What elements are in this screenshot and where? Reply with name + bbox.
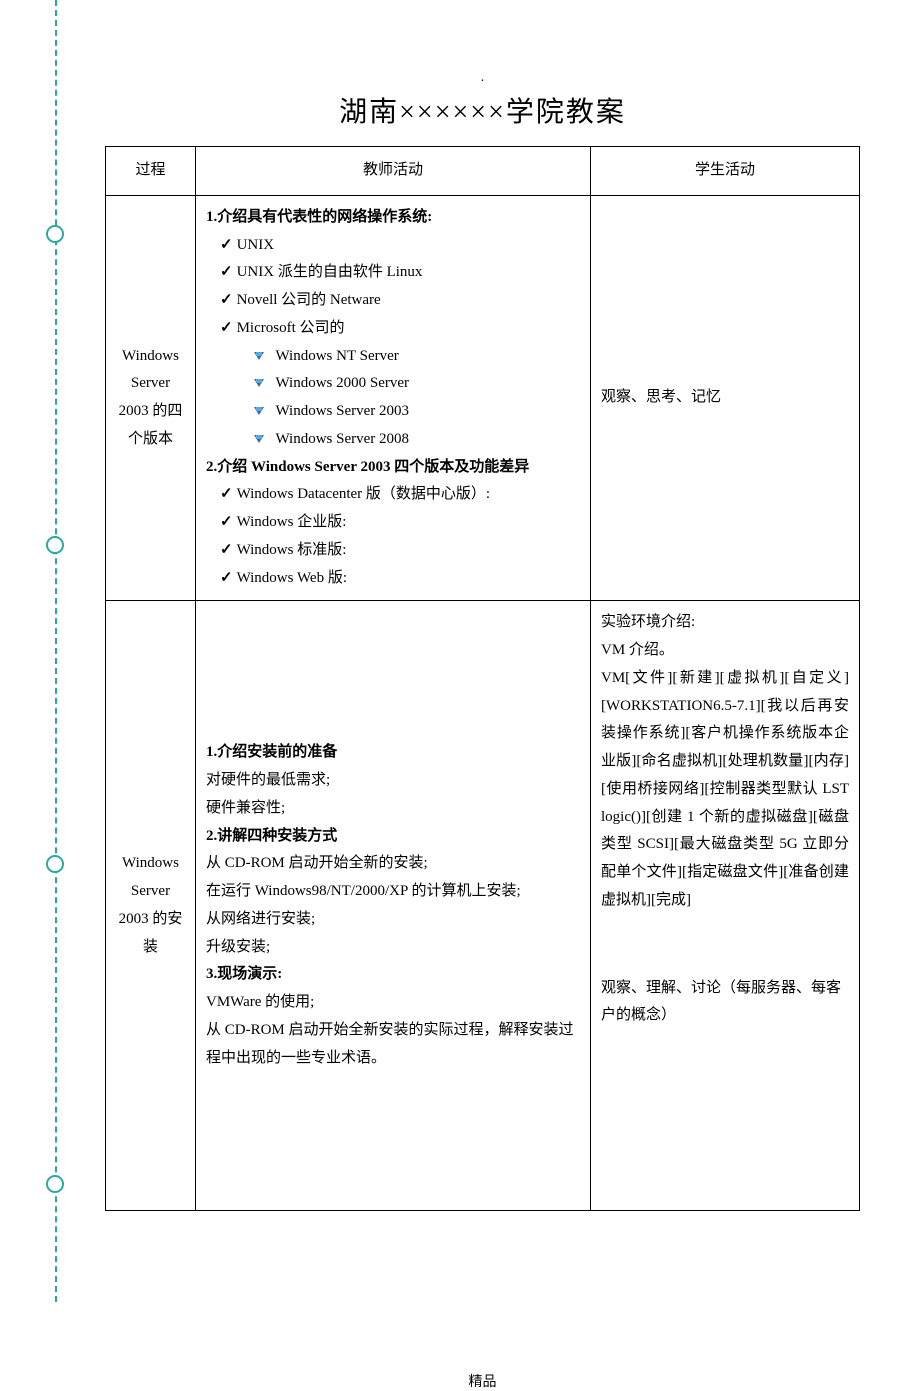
section-heading: 2.介绍 Windows Server 2003 四个版本及功能差异	[206, 454, 580, 482]
list-item: Novell 公司的 Netware	[206, 287, 580, 315]
student-text: 实验环境介绍:	[601, 609, 849, 637]
page-title: 湖南××××××学院教案	[105, 90, 860, 130]
arrow-down-icon	[254, 379, 264, 387]
binder-hole-icon	[46, 855, 64, 873]
sub-list-item: Windows Server 2008	[206, 426, 580, 454]
body-text: 从网络进行安装;	[206, 906, 580, 934]
table-header-row: 过程 教师活动 学生活动	[106, 147, 860, 196]
student-text: VM[文件][新建][虚拟机][自定义][WORKSTATION6.5-7.1]…	[601, 665, 849, 915]
process-cell: Windows Server 2003 的四个版本	[106, 195, 196, 601]
body-text: 在运行 Windows98/NT/2000/XP 的计算机上安装;	[206, 878, 580, 906]
process-label: Windows Server 2003 的四个版本	[116, 343, 185, 454]
sub-item-text: Windows Server 2003	[276, 403, 410, 419]
arrow-down-icon	[254, 407, 264, 415]
arrow-down-icon	[254, 352, 264, 360]
sub-list-item: Windows 2000 Server	[206, 370, 580, 398]
body-text: 从 CD-ROM 启动开始全新安装的实际过程，解释安装过程中出现的一些专业术语。	[206, 1017, 580, 1073]
student-text: 观察、理解、讨论（每服务器、每客户的概念）	[601, 975, 849, 1031]
section-heading: 3.现场演示:	[206, 961, 580, 989]
sub-item-text: Windows 2000 Server	[276, 375, 410, 391]
body-text: VMWare 的使用;	[206, 989, 580, 1017]
binder-hole-icon	[46, 225, 64, 243]
student-text: VM 介绍。	[601, 637, 849, 665]
list-item: UNIX 派生的自由软件 Linux	[206, 259, 580, 287]
student-activity-cell: 实验环境介绍: VM 介绍。 VM[文件][新建][虚拟机][自定义][WORK…	[591, 601, 860, 1211]
sub-list-item: Windows NT Server	[206, 343, 580, 371]
binder-hole-icon	[46, 1175, 64, 1193]
lesson-plan-table: 过程 教师活动 学生活动 Windows Server 2003 的四个版本 1…	[105, 146, 860, 1211]
body-text: 对硬件的最低需求;	[206, 767, 580, 795]
spacer	[601, 915, 849, 975]
list-item: UNIX	[206, 232, 580, 260]
header-student: 学生活动	[591, 147, 860, 196]
binding-line	[55, 0, 58, 1302]
binder-hole-icon	[46, 536, 64, 554]
page-content: . 湖南××××××学院教案 过程 教师活动 学生活动 Windows Serv…	[105, 0, 860, 1391]
teacher-activity-cell: 1.介绍具有代表性的网络操作系统: UNIX UNIX 派生的自由软件 Linu…	[196, 195, 591, 601]
section-heading: 1.介绍安装前的准备	[206, 739, 580, 767]
section-heading: 2.讲解四种安装方式	[206, 823, 580, 851]
header-process: 过程	[106, 147, 196, 196]
list-item: Windows 标准版:	[206, 537, 580, 565]
list-item: Windows Datacenter 版（数据中心版）:	[206, 481, 580, 509]
body-text: 硬件兼容性;	[206, 795, 580, 823]
header-dot: .	[105, 70, 860, 86]
list-item: Microsoft 公司的	[206, 315, 580, 343]
list-item: Windows Web 版:	[206, 565, 580, 593]
page-footer: 精品	[105, 1371, 860, 1391]
process-cell: Windows Server 2003 的安装	[106, 601, 196, 1211]
section-heading: 1.介绍具有代表性的网络操作系统:	[206, 204, 580, 232]
arrow-down-icon	[254, 435, 264, 443]
teacher-activity-cell: 1.介绍安装前的准备 对硬件的最低需求; 硬件兼容性; 2.讲解四种安装方式 从…	[196, 601, 591, 1211]
table-row: Windows Server 2003 的安装 1.介绍安装前的准备 对硬件的最…	[106, 601, 860, 1211]
sub-item-text: Windows Server 2008	[276, 431, 410, 447]
header-teacher: 教师活动	[196, 147, 591, 196]
student-activity-cell: 观察、思考、记忆	[591, 195, 860, 601]
table-row: Windows Server 2003 的四个版本 1.介绍具有代表性的网络操作…	[106, 195, 860, 601]
process-label: Windows Server 2003 的安装	[116, 850, 185, 961]
body-text: 从 CD-ROM 启动开始全新的安装;	[206, 850, 580, 878]
student-text: 观察、思考、记忆	[601, 384, 849, 412]
sub-list-item: Windows Server 2003	[206, 398, 580, 426]
body-text: 升级安装;	[206, 934, 580, 962]
list-item: Windows 企业版:	[206, 509, 580, 537]
sub-item-text: Windows NT Server	[276, 348, 399, 364]
